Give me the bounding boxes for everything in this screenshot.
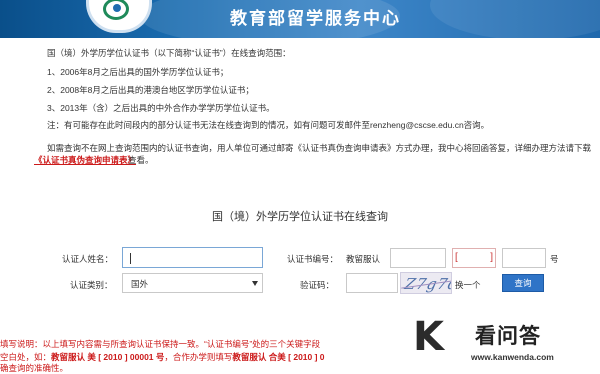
scope-note: 注：有可能存在此时间段内的部分认证书无法在线查询到的情况，如有问题可发邮件至re… — [47, 120, 490, 130]
search-button[interactable]: 查询 — [502, 274, 544, 292]
help-line-3: 确查询的准确性。 — [0, 363, 69, 373]
page-title: 教育部留学服务中心 — [230, 9, 401, 29]
cert-year-input[interactable]: [ ] — [452, 248, 496, 268]
captcha-input[interactable] — [346, 273, 398, 293]
cert-prefix: 教留服认 — [346, 254, 381, 264]
form-title: 国（境）外学历学位认证书在线查询 — [212, 211, 388, 223]
name-label: 认证人姓名： — [62, 254, 114, 264]
banner-decoration — [430, 0, 600, 38]
watermark: K 看问答 www.kanwenda.com — [405, 312, 600, 371]
help-line-2-c: ，合作办学则填写 — [164, 352, 233, 362]
captcha-label: 验证码： — [300, 280, 335, 290]
cert-number-input[interactable] — [502, 248, 546, 268]
text-caret — [130, 253, 131, 264]
logo-icon — [86, 0, 152, 33]
type-select[interactable]: 国外 — [122, 273, 263, 293]
scope-item-1: 1、2006年8月之后出具的国外学历学位认证书； — [47, 67, 229, 77]
scope-item-3: 3、2013年（含）之后出具的中外合作办学学历学位认证书。 — [47, 103, 275, 113]
header-banner: 教育部留学服务中心 — [0, 0, 600, 38]
help-line-2-a: 空白处，如： — [0, 352, 52, 362]
offline-tail: 查看。 — [128, 155, 154, 165]
watermark-logo-icon: K — [413, 314, 444, 360]
type-label: 认证类别： — [70, 280, 113, 290]
application-form-link[interactable]: 《认证书真伪查询申请表》 — [34, 154, 136, 166]
watermark-title: 看问答 — [475, 325, 541, 348]
help-line-1: 填写说明：以上填写内容需与所查询认证书保持一致。“认证书编号”处的三个关键字段 — [0, 339, 321, 349]
chevron-down-icon — [252, 281, 258, 286]
help-example-2: 教留服认 合美 [ 2010 ] 0 — [232, 352, 325, 362]
captcha-image[interactable]: Z7g7d8 — [400, 272, 452, 294]
close-bracket: ] — [490, 252, 493, 263]
offline-instructions: 如需查询不在网上查询范围内的认证书查询，用人单位可通过邮寄《认证书真伪查询申请表… — [47, 143, 592, 153]
open-bracket: [ — [455, 252, 458, 263]
scope-item-2: 2、2008年8月之后出具的港澳台地区学历学位认证书； — [47, 85, 254, 95]
watermark-url: www.kanwenda.com — [471, 352, 554, 362]
cert-country-input[interactable] — [390, 248, 446, 268]
type-selected-value: 国外 — [131, 279, 149, 289]
cert-suffix: 号 — [550, 254, 559, 264]
help-example-1: 教留服认 美 [ 2010 ] 00001 号 — [51, 352, 165, 362]
scope-title: 国（境）外学历学位认证书（以下简称“认证书”）在线查询范围： — [47, 48, 291, 58]
name-input[interactable] — [122, 247, 263, 268]
cert-no-label: 认证书编号： — [287, 254, 339, 264]
refresh-captcha-link[interactable]: 换一个 — [455, 279, 481, 291]
logo-dot — [113, 4, 121, 12]
